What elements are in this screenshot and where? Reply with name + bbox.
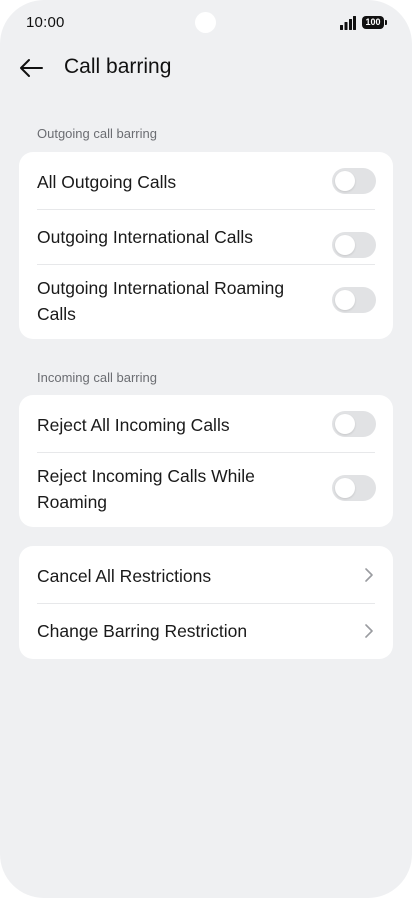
chevron-right-icon [365,568,373,582]
battery-level: 100 [362,16,384,29]
outgoing-barring-card: All Outgoing Calls Outgoing Internationa… [19,152,393,339]
section-label-outgoing: Outgoing call barring [37,126,157,141]
arrow-left-icon [20,59,43,77]
row-label: Outgoing International Roaming Calls [37,278,285,324]
row-cancel-all-restrictions[interactable]: Cancel All Restrictions [19,546,393,603]
chevron-right-icon [365,624,373,638]
status-time: 10:00 [26,14,65,31]
signal-icon [340,16,356,30]
page-title: Call barring [64,55,172,78]
row-outgoing-international-roaming-calls[interactable]: Outgoing International Roaming Calls [19,265,393,339]
toggle-knob [335,478,355,498]
toggle-all-outgoing-calls[interactable] [332,168,376,194]
row-label: All Outgoing Calls [37,172,177,192]
section-label-incoming: Incoming call barring [37,370,157,385]
toggle-reject-all-incoming-calls[interactable] [332,411,376,437]
barring-actions-card: Cancel All Restrictions Change Barring R… [19,546,393,659]
row-label: Cancel All Restrictions [37,566,212,586]
row-reject-incoming-calls-while-roaming[interactable]: Reject Incoming Calls While Roaming [19,453,393,527]
toggle-knob [335,290,355,310]
back-button[interactable] [14,52,48,84]
toggle-knob [335,414,355,434]
toggle-outgoing-international-roaming-calls[interactable] [332,287,376,313]
row-outgoing-international-calls[interactable]: Outgoing International Calls [19,210,393,264]
row-reject-all-incoming-calls[interactable]: Reject All Incoming Calls [19,395,393,452]
incoming-barring-card: Reject All Incoming Calls Reject Incomin… [19,395,393,527]
status-bar: 10:00 100 [0,0,412,46]
battery-icon: 100 [362,16,388,29]
row-label: Reject All Incoming Calls [37,415,230,435]
camera-cutout [195,12,216,33]
row-label: Reject Incoming Calls While Roaming [37,466,255,512]
toggle-outgoing-international-calls[interactable] [332,232,376,258]
toggle-knob [335,235,355,255]
toggle-reject-incoming-calls-while-roaming[interactable] [332,475,376,501]
phone-screen: 10:00 100 Call barring Outgoing call bar… [0,0,412,898]
battery-tip [385,20,387,25]
toggle-knob [335,171,355,191]
row-label: Outgoing International Calls [37,227,253,247]
row-label: Change Barring Restriction [37,621,248,641]
row-all-outgoing-calls[interactable]: All Outgoing Calls [19,152,393,209]
row-change-barring-restriction[interactable]: Change Barring Restriction [19,604,393,659]
app-header: Call barring [0,46,412,90]
